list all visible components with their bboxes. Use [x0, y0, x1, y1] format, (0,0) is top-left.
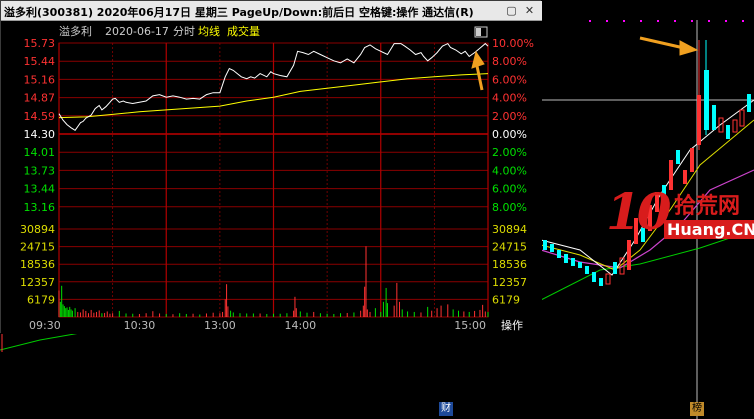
operate-button[interactable]: 操作 — [501, 318, 523, 332]
ranking-badge[interactable]: 榜 — [690, 402, 704, 416]
volume-tick-label: 24715 — [492, 241, 527, 254]
percent-tick-label: 6.00% — [492, 73, 527, 86]
avg-line-label: 均线 — [198, 24, 220, 38]
minimize-button[interactable]: ▢ — [505, 4, 518, 17]
watermark-logo: 10 拾荒网 Huang.CN — [606, 182, 754, 258]
percent-tick-label: 6.00% — [492, 183, 527, 196]
price-tick-label: 13.73 — [24, 164, 56, 177]
volume-tick-label: 12357 — [492, 276, 527, 289]
percent-tick-label: 0.00% — [492, 128, 527, 141]
price-tick-label: 13.16 — [24, 201, 56, 214]
watermark-en: Huang.CN — [664, 220, 754, 239]
price-tick-label: 15.44 — [24, 55, 56, 68]
time-tick-label: 09:30 — [29, 319, 61, 332]
price-tick-label: 14.01 — [24, 146, 56, 159]
percent-tick-label: 8.00% — [492, 55, 527, 68]
price-tick-label: 15.73 — [24, 37, 56, 50]
popup-title-bar[interactable]: 溢多利(300381) 2020年06月17日 星期三 PageUp/Down:… — [1, 1, 542, 21]
volume-tick-label: 12357 — [20, 276, 55, 289]
watermark-digits: 10 — [606, 182, 672, 241]
volume-tick-label: 24715 — [20, 241, 55, 254]
time-tick-label: 15:00 — [454, 319, 486, 332]
top-marker-dots — [589, 20, 744, 22]
volume-label: 成交量 — [227, 24, 260, 38]
percent-tick-label: 4.00% — [492, 164, 527, 177]
stock-name: 溢多利 — [59, 24, 92, 38]
volume-tick-label: 6179 — [492, 293, 520, 306]
time-tick-label: 14:00 — [284, 319, 316, 332]
price-tick-label: 15.16 — [24, 73, 56, 86]
percent-tick-label: 2.00% — [492, 110, 527, 123]
volume-tick-label: 18536 — [20, 258, 55, 271]
intraday-popup-window: 溢多利(300381) 2020年06月17日 星期三 PageUp/Down:… — [0, 0, 542, 334]
volume-tick-label: 30894 — [492, 223, 527, 236]
chart-mode: 分时 — [173, 25, 195, 38]
close-button[interactable]: ✕ — [523, 4, 536, 17]
volume-tick-label: 6179 — [27, 293, 55, 306]
percent-tick-label: 2.00% — [492, 146, 527, 159]
price-tick-label: 14.59 — [24, 110, 56, 123]
price-tick-label: 13.44 — [24, 183, 56, 196]
volume-tick-label: 30894 — [20, 223, 55, 236]
intraday-chart[interactable]: 溢多利 2020-06-17 分时 均线 成交量 15.73 15.44 15.16… — [1, 21, 542, 334]
volume-tick-label: 18536 — [492, 258, 527, 271]
price-tick-label: 14.87 — [24, 92, 56, 105]
time-tick-label: 13:00 — [204, 319, 236, 332]
finance-badge[interactable]: 财 — [439, 402, 453, 416]
popup-title: 溢多利(300381) 2020年06月17日 星期三 PageUp/Down:… — [4, 6, 474, 19]
watermark-cn: 拾荒网 — [674, 194, 741, 219]
price-tick-label: 14.30 — [24, 128, 56, 141]
percent-tick-label: 8.00% — [492, 201, 527, 214]
time-tick-label: 10:30 — [124, 319, 156, 332]
percent-tick-label: 10.00% — [492, 37, 534, 50]
chart-date: 2020-06-17 — [105, 25, 169, 38]
percent-tick-label: 4.00% — [492, 92, 527, 105]
